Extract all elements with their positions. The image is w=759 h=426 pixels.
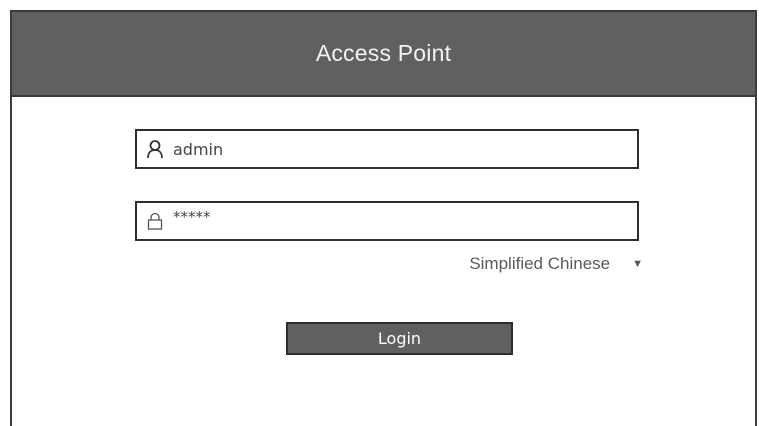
login-button[interactable]: Login <box>286 322 513 355</box>
username-value: admin <box>173 139 224 159</box>
password-value: ***** <box>173 208 211 226</box>
lock-icon <box>145 211 165 231</box>
language-label: Simplified Chinese <box>469 254 611 273</box>
header-bar: Access Point <box>12 12 755 97</box>
triangle-down-icon[interactable]: ▼ <box>632 258 643 270</box>
password-field[interactable]: ***** <box>135 201 639 241</box>
page-title: Access Point <box>315 40 452 66</box>
user-icon <box>145 139 165 159</box>
language-select[interactable]: Simplified Chinese ▼ <box>469 254 643 274</box>
username-field[interactable]: admin <box>135 129 639 169</box>
